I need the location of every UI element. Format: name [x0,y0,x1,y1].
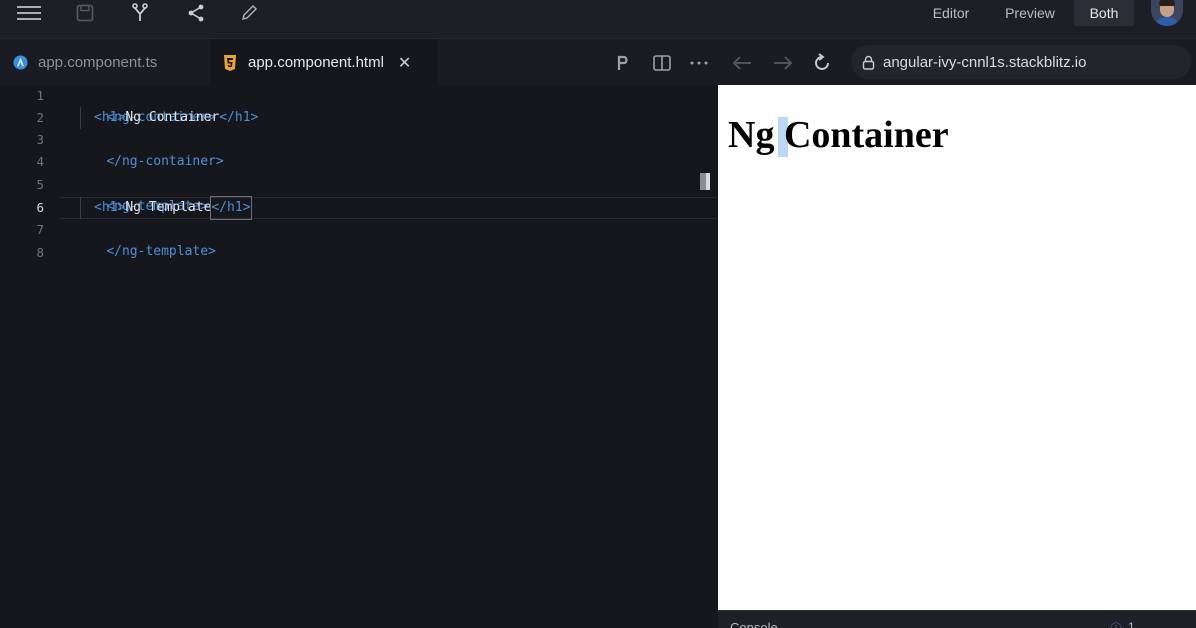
line-number: 2 [36,110,44,125]
line-number: 8 [36,245,44,260]
line-number: 7 [36,222,44,237]
prettier-icon[interactable] [608,39,638,86]
code-line-7[interactable]: </ng-template> [75,219,216,259]
console-label: Console [730,620,778,628]
line-number: 1 [36,88,44,103]
menu-icon[interactable] [12,0,46,26]
code-line-2[interactable]: <h1>Ng Container</h1> [94,107,258,129]
code-line-6[interactable]: <h1>Ng Template</h1> [94,196,252,220]
tab-app-component-html[interactable]: app.component.html ✕ [210,39,438,86]
save-icon[interactable] [68,0,102,26]
tab-app-component-ts[interactable]: app.component.ts [0,39,208,86]
code-tag: </ng-template> [106,244,216,259]
html5-icon [222,54,238,71]
tab-label: app.component.ts [38,54,158,71]
tab-bar: app.component.ts app.component.html ✕ an… [0,38,1196,86]
share-icon[interactable] [179,0,213,26]
preview-pane[interactable]: Ng Container [718,85,1196,610]
view-editor-button[interactable]: Editor [920,0,982,26]
refresh-icon[interactable] [807,39,837,86]
info-icon: ⓘ [1110,620,1122,628]
lock-icon [862,55,875,70]
angular-ts-icon [12,55,28,71]
url-text: angular-ivy-cnnl1s.stackblitz.io [883,53,1087,71]
code-line-1[interactable]: <ng-container> [75,85,216,125]
split-view-icon[interactable] [647,39,677,86]
code-tag: </h1> [219,110,259,125]
edit-icon[interactable] [232,0,266,26]
tab-label: app.component.html [248,54,384,71]
console-panel[interactable]: Console ⓘ 1 [718,610,1196,628]
top-toolbar: Editor Preview Both [0,0,1196,38]
view-both-button[interactable]: Both [1074,0,1134,26]
line-number: 6 [36,200,44,215]
code-line-5[interactable]: <ng-template> [75,174,208,214]
close-icon[interactable]: ✕ [398,53,411,73]
code-text: Ng Template [125,200,212,215]
forward-arrow-icon[interactable] [768,39,798,86]
minimap-marker[interactable] [700,173,710,190]
code-line-3[interactable]: </ng-container> [75,129,223,169]
preview-heading: Ng Container [728,114,949,156]
more-options-icon[interactable] [684,39,714,86]
back-arrow-icon[interactable] [727,39,757,86]
console-count: 1 [1128,620,1135,628]
view-preview-button[interactable]: Preview [994,0,1066,26]
code-editor[interactable]: 1 2 3 4 5 6 7 8 <ng-container> <h1>Ng Co… [0,85,718,628]
line-number: 3 [36,132,44,147]
code-tag: <h1> [94,110,126,125]
code-tag: </ng-container> [106,154,224,169]
code-text: Ng Container [125,110,220,125]
avatar[interactable] [1151,0,1183,26]
code-tag: <h1> [94,200,126,215]
url-bar[interactable]: angular-ivy-cnnl1s.stackblitz.io [851,45,1191,79]
code-tag: </h1> [210,196,252,220]
fork-icon[interactable] [123,0,157,26]
line-number-gutter: 1 2 3 4 5 6 7 8 [0,85,60,628]
line-number: 4 [36,154,44,169]
line-number: 5 [36,177,44,192]
